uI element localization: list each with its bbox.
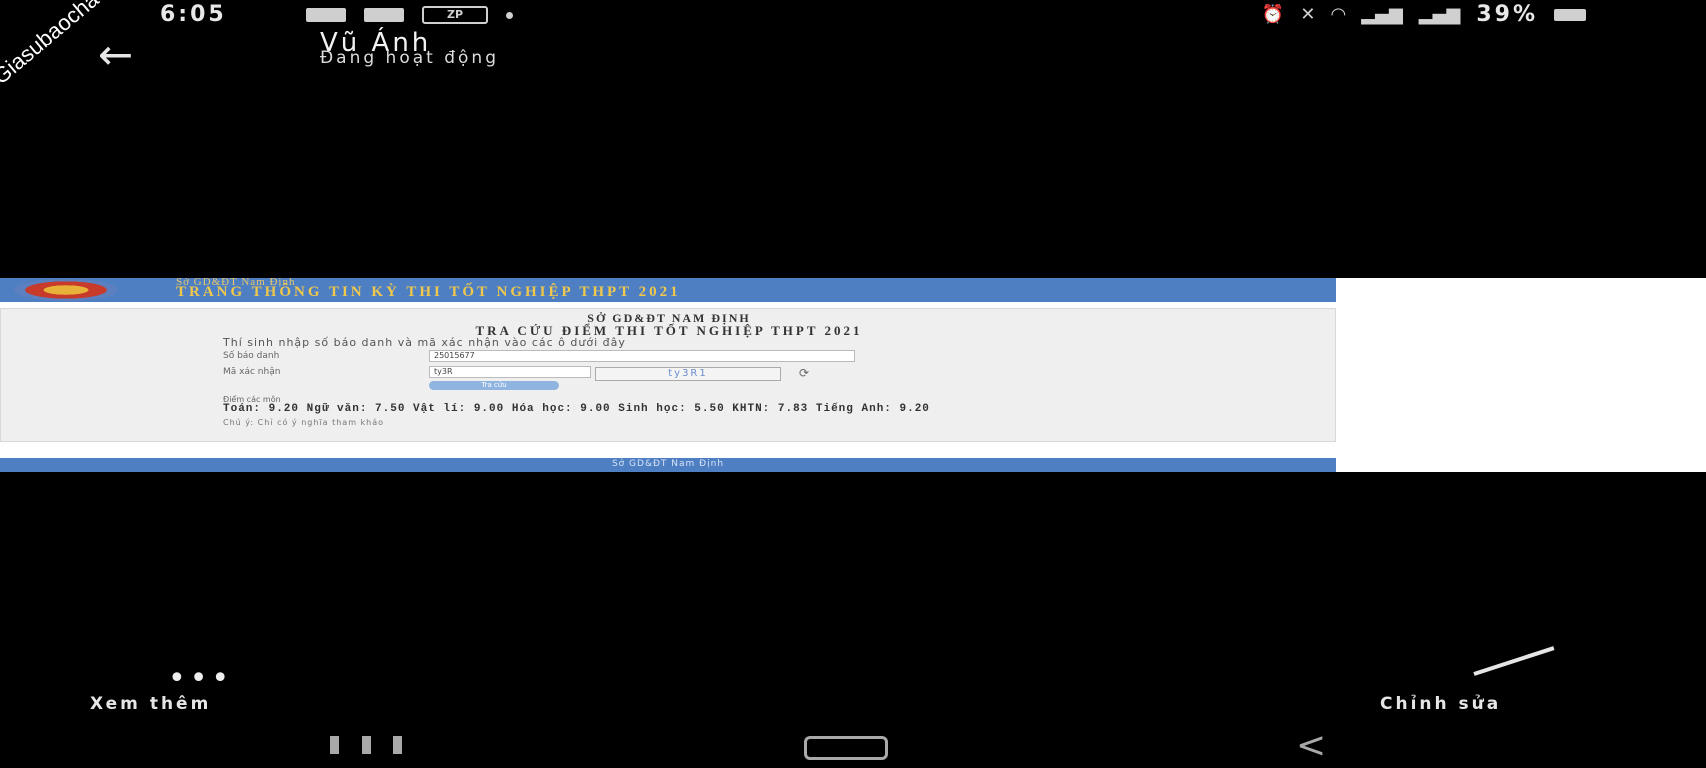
site-footer: Sở GD&ĐT Nam Định <box>0 458 1336 472</box>
battery-percent: 39% <box>1476 2 1538 27</box>
more-icon[interactable]: ••• <box>168 664 233 694</box>
result-note: Chú ý: Chỉ có ý nghĩa tham khảo <box>223 418 385 427</box>
lookup-panel: SỞ GD&ĐT NAM ĐỊNH TRA CỨU ĐIỂM THI TỐT N… <box>0 308 1336 442</box>
refresh-icon: ⟳ <box>799 366 810 380</box>
panel-instruction: Thí sinh nhập số báo danh và mã xác nhận… <box>223 336 626 349</box>
status-notification-icons: ZP <box>306 6 513 24</box>
back-button[interactable]: < <box>1296 728 1326 764</box>
edit-button[interactable]: Chỉnh sửa <box>1380 694 1501 714</box>
home-button[interactable] <box>804 736 888 760</box>
score-results: Toán: 9.20 Ngữ văn: 7.50 Vật lí: 9.00 Hó… <box>223 403 930 415</box>
message-icon <box>306 8 346 22</box>
recent-apps-button[interactable] <box>330 736 402 756</box>
captcha-label: Mã xác nhận <box>223 367 281 377</box>
shared-image[interactable]: Sở GD&ĐT Nam Định TRANG THÔNG TIN KỲ THI… <box>0 276 1706 472</box>
alarm-icon: ⏰ <box>1261 4 1285 25</box>
wifi-icon: ◠ <box>1331 4 1346 25</box>
sbd-field: 25015677 <box>429 350 855 362</box>
captcha-image: ty3R1 <box>595 367 781 381</box>
emblem-icon <box>14 279 118 301</box>
contact-status: Đang hoạt động <box>320 48 499 68</box>
banner-title: TRANG THÔNG TIN KỲ THI TỐT NGHIỆP THPT 2… <box>176 284 681 300</box>
status-time: 6:05 <box>160 2 227 27</box>
panel-title: TRA CỨU ĐIỂM THI TỐT NGHIỆP THPT 2021 <box>475 323 863 338</box>
signal-icon-2: ▂▄▆ <box>1418 4 1461 25</box>
status-system-icons: ⏰ ✕ ◠ ▂▄▆ ▂▄▆ 39% <box>1262 2 1586 27</box>
pen-icon[interactable] <box>1473 646 1555 676</box>
captcha-field: ty3R <box>429 366 591 378</box>
site-banner: Sở GD&ĐT Nam Định TRANG THÔNG TIN KỲ THI… <box>0 276 1336 302</box>
image-icon <box>364 8 404 22</box>
zalo-icon: ZP <box>422 6 488 24</box>
back-arrow-icon[interactable]: ← <box>98 34 133 76</box>
more-button[interactable]: Xem thêm <box>90 694 211 714</box>
more-notifications-icon <box>506 11 513 19</box>
signal-icon: ▂▄▆ <box>1361 4 1403 25</box>
battery-icon <box>1554 8 1586 21</box>
sbd-label: Số báo danh <box>223 351 280 361</box>
footer-text: Sở GD&ĐT Nam Định <box>611 459 725 469</box>
mute-icon: ✕ <box>1300 4 1316 25</box>
lookup-button: Tra cứu <box>429 381 559 390</box>
